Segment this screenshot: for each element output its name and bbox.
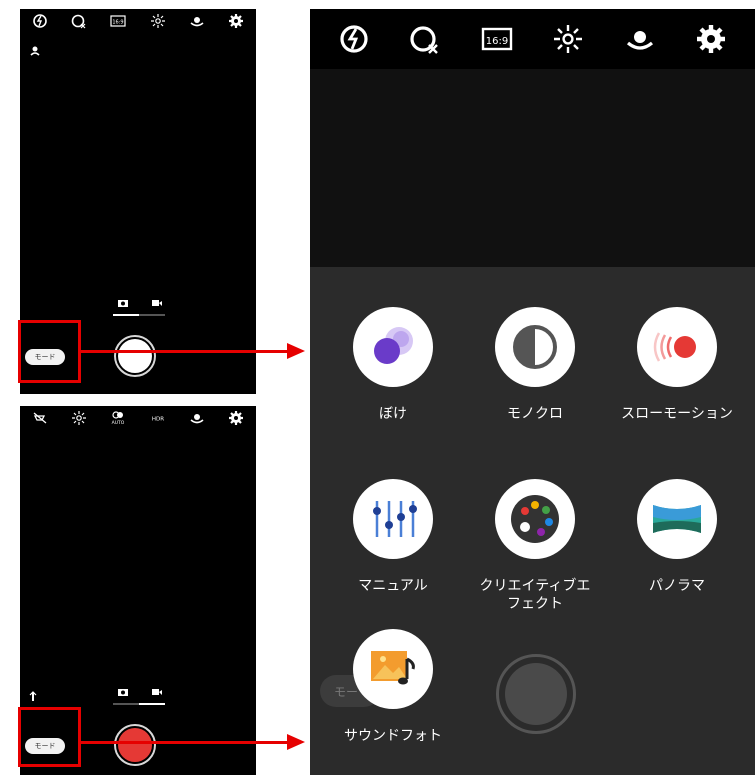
flash-off-icon[interactable]	[30, 11, 50, 31]
active-mode-underline	[113, 314, 139, 316]
bokeh-icon	[353, 307, 433, 387]
record-button[interactable]	[114, 724, 156, 766]
svg-text:HDR: HDR	[152, 417, 164, 423]
top-toolbar: 16:9	[310, 9, 755, 69]
palette-icon	[495, 479, 575, 559]
arrow-line-video	[81, 741, 293, 744]
slow-motion-icon	[637, 307, 717, 387]
brightness-icon[interactable]	[69, 408, 89, 428]
timer-off-icon[interactable]	[69, 11, 89, 31]
manual-sliders-icon	[353, 479, 433, 559]
arrow-head-video	[287, 734, 305, 750]
panorama-icon	[637, 479, 717, 559]
active-mode-underline	[139, 703, 165, 705]
settings-icon[interactable]	[226, 408, 246, 428]
mode-manual[interactable]: マニュアル	[328, 479, 458, 595]
photo-video-toggle[interactable]	[112, 296, 168, 310]
mode-monochrome[interactable]: モノクロ	[470, 307, 600, 423]
mode-bokeh[interactable]: ぼけ	[328, 307, 458, 423]
mode-selection-screen: 16:9 モー ぼけ モノクロ スローモーション マニュアル クリエイティブエフ…	[310, 9, 755, 775]
inactive-mode-underline	[113, 703, 139, 705]
photo-video-toggle[interactable]	[112, 685, 168, 699]
inactive-mode-underline	[139, 314, 165, 316]
timer-off-icon[interactable]	[405, 19, 445, 59]
record-inner	[118, 728, 152, 762]
hdr-icon[interactable]: HDR	[148, 408, 168, 428]
switch-camera-icon[interactable]	[187, 11, 207, 31]
face-icon[interactable]	[28, 43, 42, 57]
svg-text:16:9: 16:9	[113, 20, 124, 26]
mode-label: マニュアル	[358, 578, 428, 594]
top-toolbar: AUTO HDR	[20, 406, 256, 430]
photo-mode-icon[interactable]	[112, 685, 134, 699]
mode-label: ぼけ	[379, 406, 407, 422]
aspect-ratio-icon[interactable]: 16:9	[108, 11, 128, 31]
light-off-icon[interactable]	[30, 408, 50, 428]
mic-icon[interactable]	[26, 689, 40, 703]
mode-label: モノクロ	[507, 406, 563, 422]
shutter-inner	[118, 339, 152, 373]
shutter-button[interactable]	[114, 335, 156, 377]
arrow-head-photo	[287, 343, 305, 359]
highlight-box-video	[18, 707, 81, 767]
brightness-icon[interactable]	[148, 11, 168, 31]
svg-text:16:9: 16:9	[486, 36, 508, 47]
switch-camera-icon[interactable]	[187, 408, 207, 428]
video-mode-icon[interactable]	[146, 296, 168, 310]
mode-creative-effect[interactable]: クリエイティブエフェクト	[470, 479, 600, 613]
highlight-box-photo	[18, 320, 81, 383]
mode-label: パノラマ	[649, 578, 705, 594]
photo-mode-icon[interactable]	[112, 296, 134, 310]
switch-camera-icon[interactable]	[620, 19, 660, 59]
mode-panel: モー ぼけ モノクロ スローモーション マニュアル クリエイティブエフェクト パ…	[310, 267, 755, 775]
mode-label: サウンドフォト	[344, 728, 442, 744]
hdr-auto-icon[interactable]: AUTO	[108, 408, 128, 428]
aspect-ratio-icon[interactable]: 16:9	[477, 19, 517, 59]
brightness-icon[interactable]	[548, 19, 588, 59]
settings-icon[interactable]	[691, 19, 731, 59]
mode-label: スローモーション	[621, 406, 733, 422]
mode-sound-photo[interactable]: サウンドフォト	[328, 629, 458, 745]
shutter-inner	[505, 663, 567, 725]
settings-icon[interactable]	[226, 11, 246, 31]
mode-label: クリエイティブエフェクト	[479, 578, 591, 612]
mode-slow-motion[interactable]: スローモーション	[612, 307, 742, 423]
video-mode-icon[interactable]	[146, 685, 168, 699]
mode-panorama[interactable]: パノラマ	[612, 479, 742, 595]
svg-text:AUTO: AUTO	[112, 420, 125, 426]
shutter-button[interactable]	[496, 654, 576, 734]
monochrome-icon	[495, 307, 575, 387]
arrow-line-photo	[81, 350, 293, 353]
viewfinder	[310, 69, 755, 267]
sound-photo-icon	[353, 629, 433, 709]
top-toolbar: 16:9	[20, 9, 256, 33]
flash-off-icon[interactable]	[334, 19, 374, 59]
